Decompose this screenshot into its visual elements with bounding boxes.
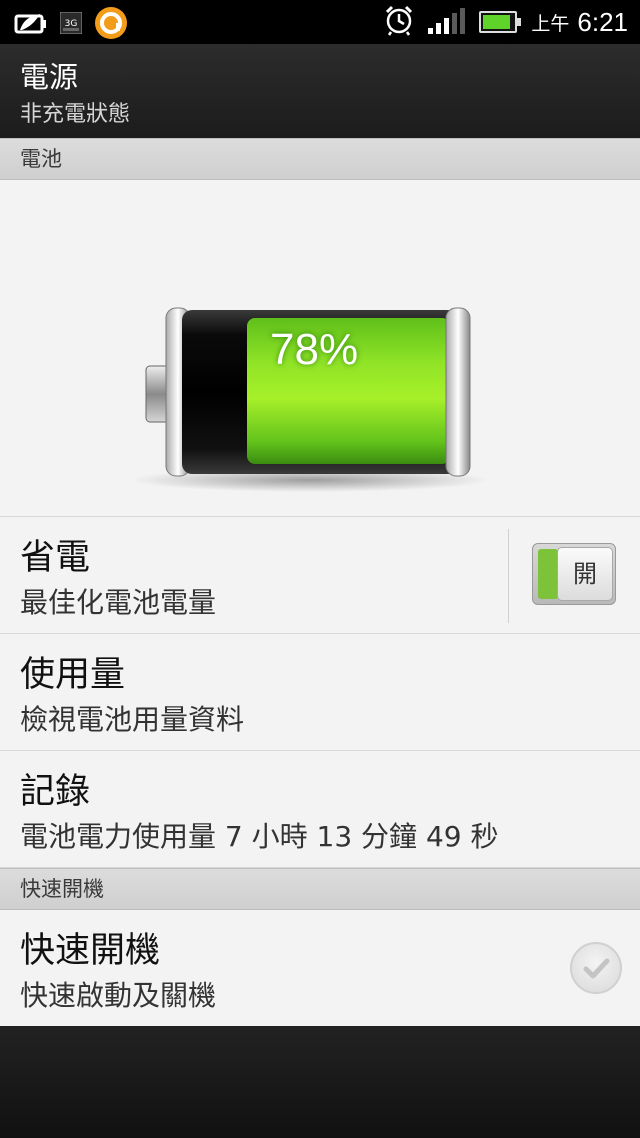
power-saver-toggle[interactable]: 開	[532, 543, 616, 605]
battery-graphic-area: 78%	[0, 180, 640, 517]
section-header-fast-boot: 快速開機	[0, 868, 640, 910]
settings-list[interactable]: 電池 78% 省電 最佳化電池電量 開 使用量 檢視電池用量資料 記錄 電池電力…	[0, 138, 640, 1028]
section-header-battery: 電池	[0, 138, 640, 180]
page-title: 電源	[20, 60, 79, 94]
empty-bottom-area	[0, 1026, 640, 1138]
status-bar: 3G 上午 6:21	[0, 0, 640, 44]
battery-icon	[479, 11, 522, 33]
fast-boot-checkbox[interactable]	[570, 942, 622, 994]
toggle-on-indicator	[538, 549, 558, 599]
signal-icon	[428, 8, 466, 34]
page-header: 電源 非充電狀態	[0, 44, 640, 140]
usage-title: 使用量	[20, 655, 126, 695]
svg-text:3G: 3G	[65, 19, 78, 29]
power-saver-subtitle: 最佳化電池電量	[20, 586, 217, 619]
toggle-knob-label: 開	[557, 547, 613, 601]
power-saver-row[interactable]: 省電 最佳化電池電量 開	[0, 517, 640, 634]
power-saver-title: 省電	[20, 538, 91, 578]
usage-subtitle: 檢視電池用量資料	[20, 703, 245, 736]
divider	[508, 529, 509, 623]
fast-boot-row[interactable]: 快速開機 快速啟動及關機	[0, 910, 640, 1028]
page-subtitle: 非充電狀態	[20, 102, 131, 127]
history-row[interactable]: 記錄 電池電力使用量 7 小時 13 分鐘 49 秒	[0, 751, 640, 868]
app-notification-icon	[94, 6, 128, 44]
history-subtitle: 電池電力使用量 7 小時 13 分鐘 49 秒	[20, 820, 499, 853]
status-am-pm: 上午	[531, 12, 570, 35]
alarm-icon	[384, 4, 414, 40]
fast-boot-title: 快速開機	[20, 931, 161, 971]
battery-percentage: 78%	[270, 325, 359, 374]
fast-boot-subtitle: 快速啟動及關機	[20, 979, 217, 1012]
status-time: 6:21	[577, 6, 628, 37]
check-icon	[583, 958, 610, 979]
history-title: 記錄	[20, 772, 91, 812]
usage-row[interactable]: 使用量 檢視電池用量資料	[0, 634, 640, 751]
3g-icon: 3G	[59, 11, 83, 38]
status-icons-left: 3G	[14, 6, 128, 44]
power-saver-icon	[14, 10, 48, 40]
status-icons-right: 上午 6:21	[384, 4, 628, 40]
